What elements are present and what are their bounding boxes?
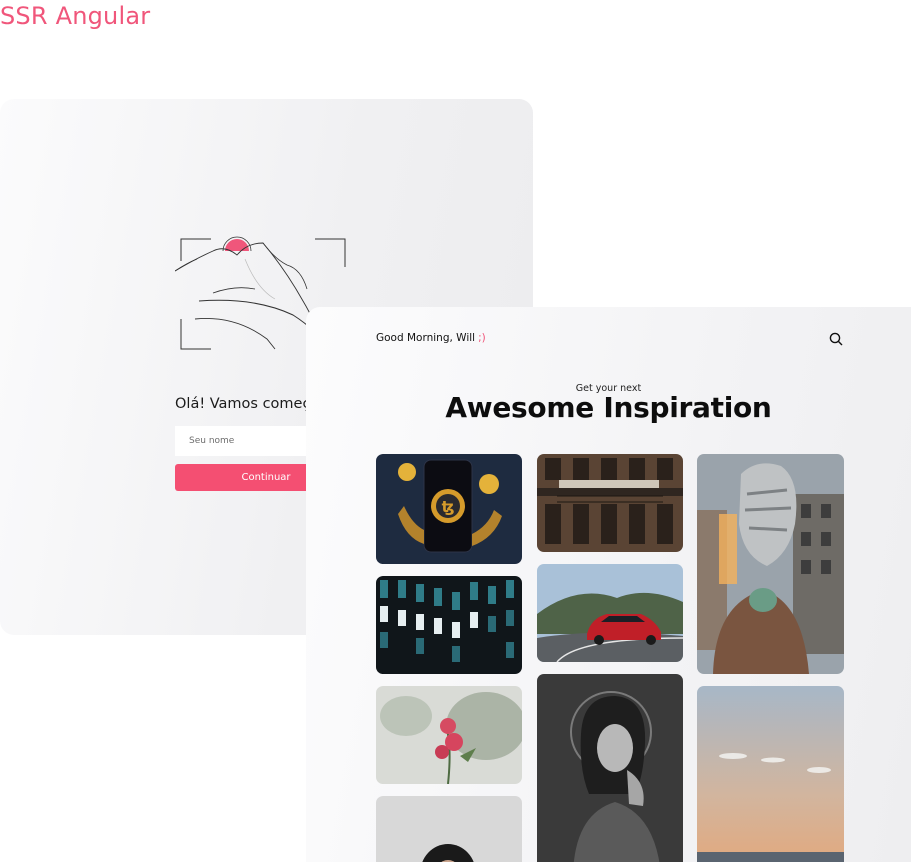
woman-portrait-bw-image[interactable] — [537, 674, 683, 862]
woman-portrait-image[interactable] — [376, 796, 522, 862]
greeting: Good Morning, Will;) — [376, 332, 486, 344]
glass-facade-image[interactable] — [376, 576, 522, 674]
gallery-headline: Awesome Inspiration — [445, 391, 772, 424]
tezos-coin-phone-image[interactable]: ꜩ — [376, 454, 522, 564]
greeting-emoticon: ;) — [478, 332, 486, 344]
sunset-sky-image[interactable] — [697, 686, 844, 862]
search-icon — [828, 332, 844, 351]
gallery-card: Good Morning, Will;) Get your next Aweso… — [306, 307, 911, 862]
building-balcony-image[interactable] — [537, 454, 683, 552]
search-button[interactable] — [828, 331, 844, 347]
svg-text:ꜩ: ꜩ — [442, 498, 455, 516]
red-car-road-image[interactable] — [537, 564, 683, 662]
metal-head-sculpture-image[interactable] — [697, 454, 844, 674]
pink-flowers-image[interactable] — [376, 686, 522, 784]
page-title: SSR Angular — [0, 2, 151, 30]
greeting-text: Good Morning, Will — [376, 332, 476, 344]
welcome-heading: Olá! Vamos começ — [175, 396, 311, 412]
